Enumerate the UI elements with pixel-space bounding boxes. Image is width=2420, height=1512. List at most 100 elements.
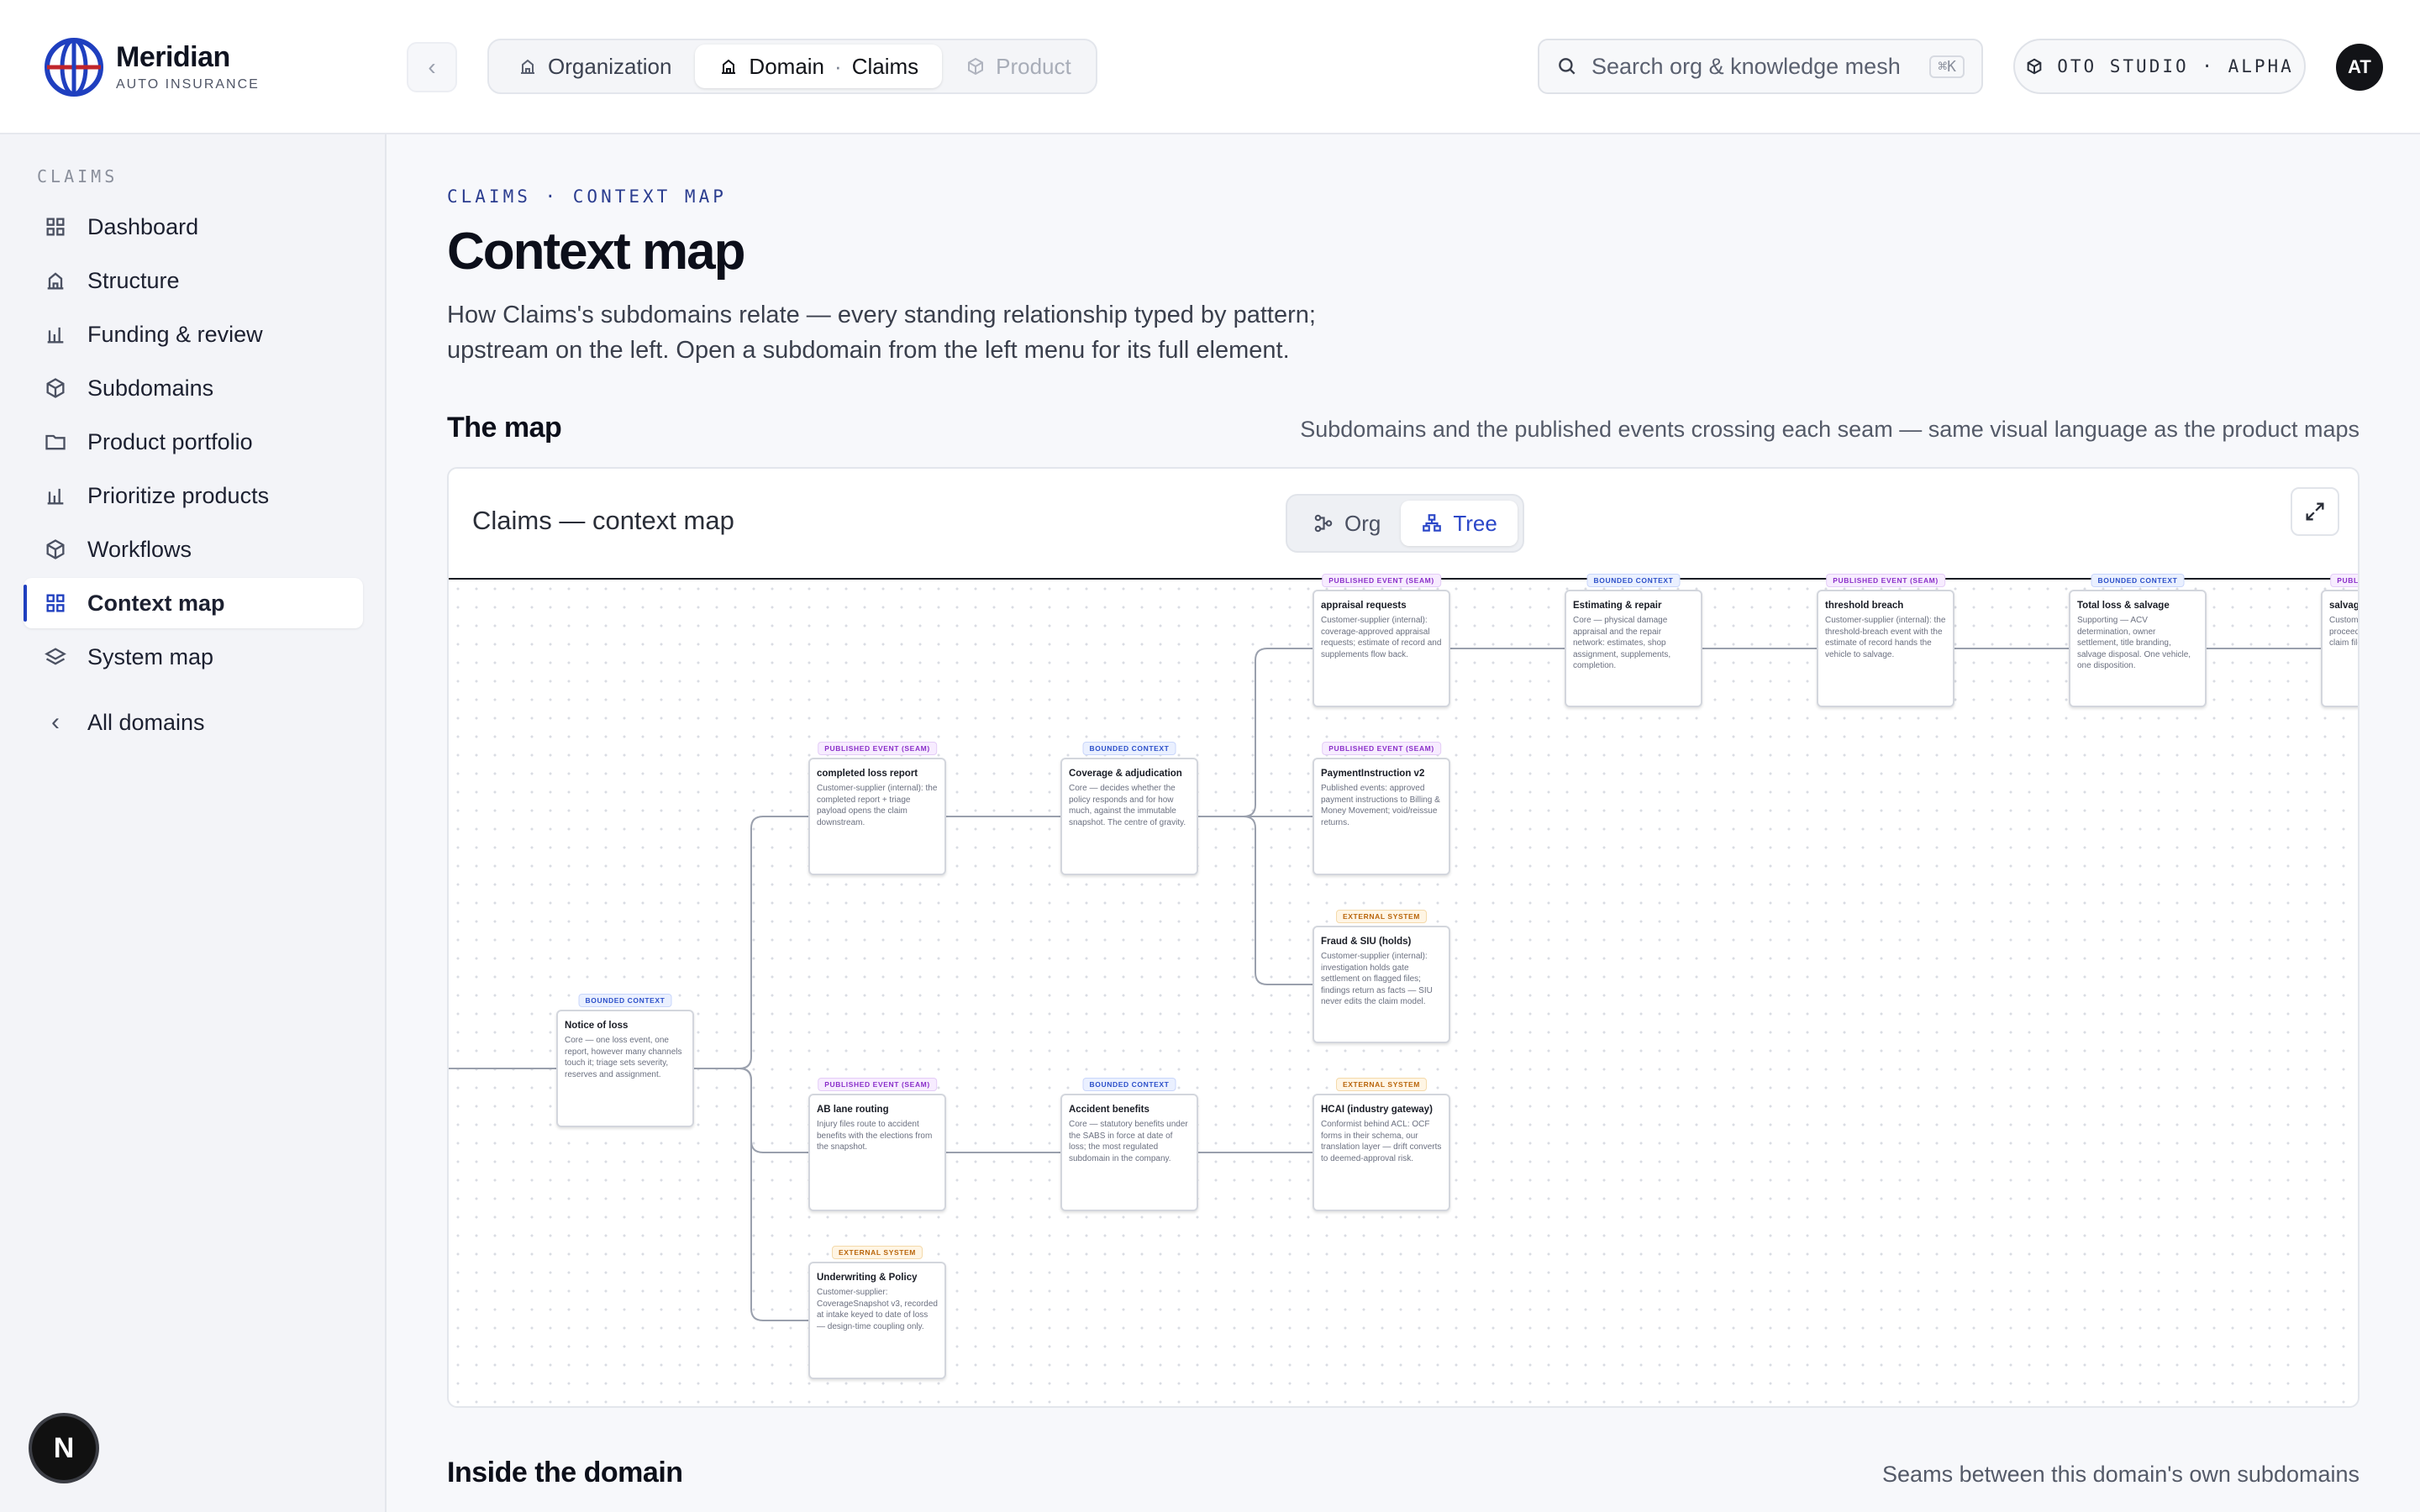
brand-subtitle: AUTO INSURANCE [116, 77, 260, 92]
map-node-slv[interactable]: PUBLISHED EVENT (SEAM) salvage proceeds Cu… [2321, 574, 2360, 707]
back-button[interactable]: ‹ [407, 42, 457, 92]
node-description: Customer-supplier: salvage proceeds spli… [2329, 616, 2360, 648]
map-node-clr[interactable]: PUBLISHED EVENT (SEAM) completed loss rep… [808, 742, 946, 875]
building-icon [521, 59, 534, 74]
current-domain-label: Claims [851, 53, 919, 79]
sidebar-item-context-map[interactable]: Context map [24, 578, 363, 628]
node-title: Accident benefits [1069, 1105, 1150, 1115]
node-title: Coverage & adjudication [1069, 769, 1182, 779]
page-description: How Claims's subdomains relate — every s… [447, 302, 1316, 364]
map-node-frd[interactable]: EXTERNAL SYSTEM Fraud & SIU (holds) Custom… [1313, 910, 1450, 1043]
brand[interactable]: Meridian AUTO INSURANCE [44, 37, 260, 97]
brand-name: Meridian [116, 41, 230, 73]
folder-icon [45, 434, 66, 450]
expand-button[interactable] [2291, 487, 2339, 536]
map-title: Claims — context map [472, 506, 734, 535]
building-icon [722, 59, 736, 74]
sidebar-item-workflows[interactable]: Workflows [24, 524, 363, 575]
node-kind-tag: PUBLISHED EVENT (SEAM) [1322, 574, 1441, 587]
sidebar-item-structure[interactable]: Structure [24, 255, 363, 306]
sidebar-item-label: Subdomains [87, 375, 214, 401]
node-kind-tag: BOUNDED CONTEXT [2091, 574, 2185, 587]
top-bar: Meridian AUTO INSURANCE ‹ Organization D… [0, 0, 2420, 134]
node-kind-tag: PUBLISHED EVENT (SEAM) [1826, 574, 1945, 587]
node-description: Customer-supplier (internal): investigat… [1321, 952, 1433, 1006]
inside-section-header: Inside the domain Seams between this dom… [447, 1457, 2360, 1489]
node-kind-tag: PUBLISHED EVENT (SEAM) [818, 1078, 937, 1091]
scope-tab-label: Organization [548, 53, 672, 79]
section-hint: Subdomains and the published events cros… [1300, 417, 2360, 442]
scope-tab-organization[interactable]: Organization [494, 45, 695, 88]
map-node-cov[interactable]: BOUNDED CONTEXT Coverage & adjudication Co… [1060, 742, 1198, 875]
layers-icon [45, 648, 66, 665]
sidebar-item-prioritize-products[interactable]: Prioritize products [24, 470, 363, 521]
node-title: Total loss & salvage [2077, 601, 2170, 611]
scope-tab-domain[interactable]: Domain · Claims [695, 45, 943, 88]
building-icon [47, 272, 64, 290]
node-title: Fraud & SIU (holds) [1321, 937, 1412, 947]
node-kind-tag: BOUNDED CONTEXT [1082, 1078, 1176, 1091]
map-canvas[interactable]: BOUNDED CONTEXT Notice of loss Core — one … [449, 574, 2360, 1406]
sidebar-section-label: CLAIMS [37, 166, 118, 186]
grid-icon [46, 594, 65, 612]
search-placeholder: Search org & knowledge mesh [1591, 53, 1901, 79]
map-node-est[interactable]: BOUNDED CONTEXT Estimating & repair Core —… [1565, 574, 1702, 707]
node-description: Conformist behind ACL: OCF forms in thei… [1321, 1120, 1442, 1163]
node-description: Customer-supplier (internal): coverage-a… [1321, 616, 1442, 659]
map-node-apr[interactable]: PUBLISHED EVENT (SEAM) appraisal requests… [1313, 574, 1450, 707]
studio-button[interactable]: OTO STUDIO · ALPHA [2013, 39, 2306, 94]
avatar[interactable]: AT [2336, 44, 2383, 91]
map-node-thr[interactable]: PUBLISHED EVENT (SEAM) threshold breach Cu… [1817, 574, 1954, 707]
node-kind-tag: BOUNDED CONTEXT [578, 994, 672, 1007]
sidebar-item-label: Prioritize products [87, 482, 270, 508]
sidebar-nav: Dashboard Structure Funding & review Sub… [24, 202, 363, 751]
node-description: Supporting — ACV determination, owner se… [2077, 616, 2191, 670]
node-description: Customer-supplier (internal): the comple… [817, 784, 938, 827]
map-node-uwp[interactable]: EXTERNAL SYSTEM Underwriting & Policy Cust… [808, 1246, 946, 1379]
section-title: The map [447, 412, 562, 444]
toggle-tree[interactable]: Tree [1401, 501, 1518, 546]
map-node-nol[interactable]: BOUNDED CONTEXT Notice of loss Core — one … [556, 994, 694, 1127]
sidebar-item-funding-review[interactable]: Funding & review [24, 309, 363, 360]
node-title: Underwriting & Policy [817, 1273, 918, 1283]
sidebar-item-label: All domains [87, 709, 205, 735]
sidebar-item-dashboard[interactable]: Dashboard [24, 202, 363, 252]
map-node-acc[interactable]: BOUNDED CONTEXT Accident benefits Core — s… [1060, 1078, 1198, 1211]
sidebar-item-label: Funding & review [87, 321, 263, 347]
node-kind-tag: PUBLISHED EVENT (SEAM) [1322, 742, 1441, 755]
chevron-left-icon: ‹ [428, 54, 436, 80]
map-node-tls[interactable]: BOUNDED CONTEXT Total loss & salvage Suppo… [2069, 574, 2207, 707]
node-description: Core — physical damage appraisal and the… [1573, 616, 1671, 670]
node-kind-tag: EXTERNAL SYSTEM [832, 1246, 923, 1259]
sidebar-item-product-portfolio[interactable]: Product portfolio [24, 417, 363, 467]
node-description: Core — one loss event, one report, howev… [565, 1036, 682, 1079]
cube-icon [2027, 58, 2042, 75]
dev-tools-badge[interactable]: N [32, 1416, 96, 1480]
sidebar-item-subdomains[interactable]: Subdomains [24, 363, 363, 413]
map-node-abl[interactable]: PUBLISHED EVENT (SEAM) AB lane routing Inj… [808, 1078, 946, 1211]
section-title: Inside the domain [447, 1457, 683, 1488]
node-kind-tag: EXTERNAL SYSTEM [1336, 910, 1427, 923]
scope-switcher: Organization Domain · Claims Product [487, 39, 1097, 94]
bar-chart-icon [47, 327, 64, 344]
node-kind-tag: BOUNDED CONTEXT [1082, 742, 1176, 755]
sidebar-item-label: Structure [87, 267, 180, 293]
node-title: PaymentInstruction v2 [1321, 769, 1425, 779]
map-node-hca[interactable]: EXTERNAL SYSTEM HCAI (industry gateway) Co… [1313, 1078, 1450, 1211]
page-eyebrow: CLAIMS · CONTEXT MAP [447, 186, 727, 207]
sidebar-item-system-map[interactable]: System map [24, 632, 363, 682]
scope-tab-product[interactable]: Product [942, 45, 1095, 88]
node-title: Estimating & repair [1573, 601, 1662, 611]
map-edge [1198, 648, 1313, 817]
sidebar-item-label: Product portfolio [87, 428, 253, 454]
view-toggle: Org Tree [1286, 494, 1524, 553]
sidebar-item-label: System map [87, 643, 214, 669]
toggle-org[interactable]: Org [1292, 501, 1401, 546]
grid-icon [46, 218, 65, 236]
search-input[interactable]: Search org & knowledge mesh ⌘K [1538, 39, 1983, 94]
map-section-header: The map Subdomains and the published eve… [447, 412, 2360, 444]
sidebar-item-label: Dashboard [87, 213, 199, 239]
cube-icon [968, 57, 984, 76]
map-node-pay[interactable]: PUBLISHED EVENT (SEAM) PaymentInstruction… [1313, 742, 1450, 875]
sidebar-item-all-domains[interactable]: ‹ All domains [24, 697, 363, 748]
